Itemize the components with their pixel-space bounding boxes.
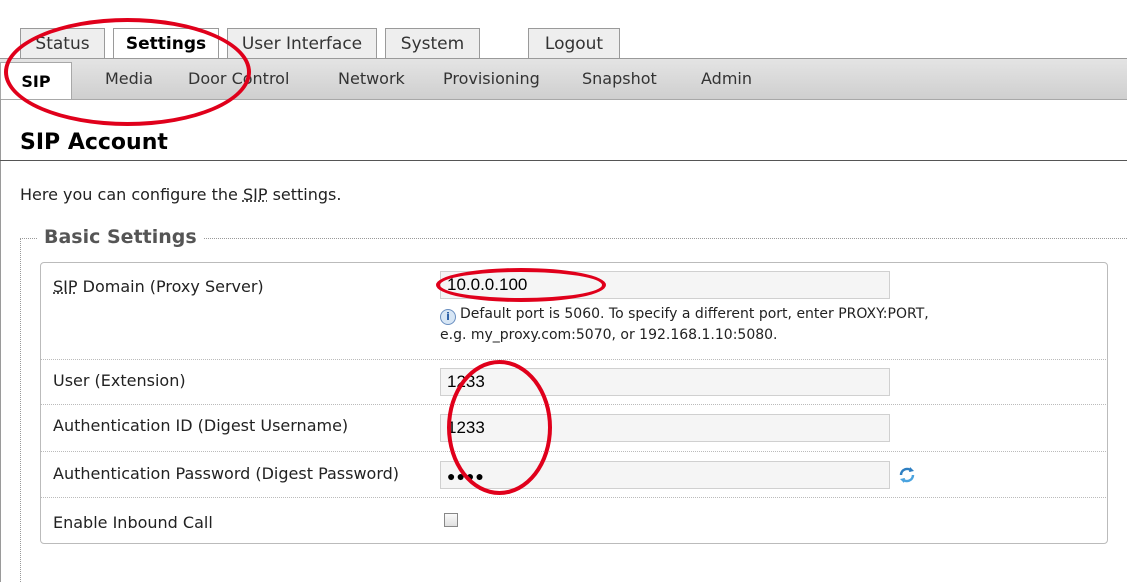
- info-icon: i: [440, 309, 456, 325]
- auth-password-input[interactable]: ●●●●: [440, 461, 890, 489]
- user-extension-label: User (Extension): [53, 371, 186, 390]
- basic-settings-legend: Basic Settings: [38, 226, 203, 248]
- content-left-border: [0, 99, 1, 582]
- title-divider: [0, 160, 1127, 161]
- inbound-call-row: Enable Inbound Call: [40, 497, 1108, 543]
- subtab-provisioning[interactable]: Provisioning: [443, 59, 540, 99]
- refresh-icon[interactable]: [898, 466, 916, 484]
- subtab-sip[interactable]: SIP: [0, 62, 72, 99]
- sip-domain-hint: i Default port is 5060. To specify a diff…: [440, 306, 929, 343]
- auth-id-label: Authentication ID (Digest Username): [53, 416, 349, 435]
- sub-tab-bar: SIP Media Door Control Network Provision…: [0, 59, 1127, 100]
- subtab-snapshot[interactable]: Snapshot: [582, 59, 657, 99]
- subtab-admin[interactable]: Admin: [701, 59, 752, 99]
- page-intro: Here you can configure the SIP settings.: [20, 185, 342, 204]
- subtab-media[interactable]: Media: [105, 59, 153, 99]
- auth-password-label: Authentication Password (Digest Password…: [53, 464, 400, 483]
- inbound-call-checkbox[interactable]: [444, 513, 458, 527]
- tab-system[interactable]: System: [385, 28, 480, 58]
- tab-settings[interactable]: Settings: [113, 28, 219, 59]
- tab-status[interactable]: Status: [20, 28, 105, 58]
- top-tab-bar: Status Settings User Interface System Lo…: [0, 0, 1127, 60]
- page-title: SIP Account: [20, 130, 168, 155]
- tab-logout[interactable]: Logout: [528, 28, 620, 58]
- subtab-network[interactable]: Network: [338, 59, 405, 99]
- user-extension-input[interactable]: 1233: [440, 368, 890, 396]
- sip-abbreviation: SIP: [242, 185, 268, 204]
- tab-user-interface[interactable]: User Interface: [227, 28, 377, 58]
- sip-domain-input[interactable]: 10.0.0.100: [440, 271, 890, 299]
- sip-domain-label: SIP Domain (Proxy Server): [53, 277, 264, 296]
- subtab-door-control[interactable]: Door Control: [188, 59, 289, 99]
- inbound-call-label: Enable Inbound Call: [53, 513, 213, 532]
- auth-id-input[interactable]: 1233: [440, 414, 890, 442]
